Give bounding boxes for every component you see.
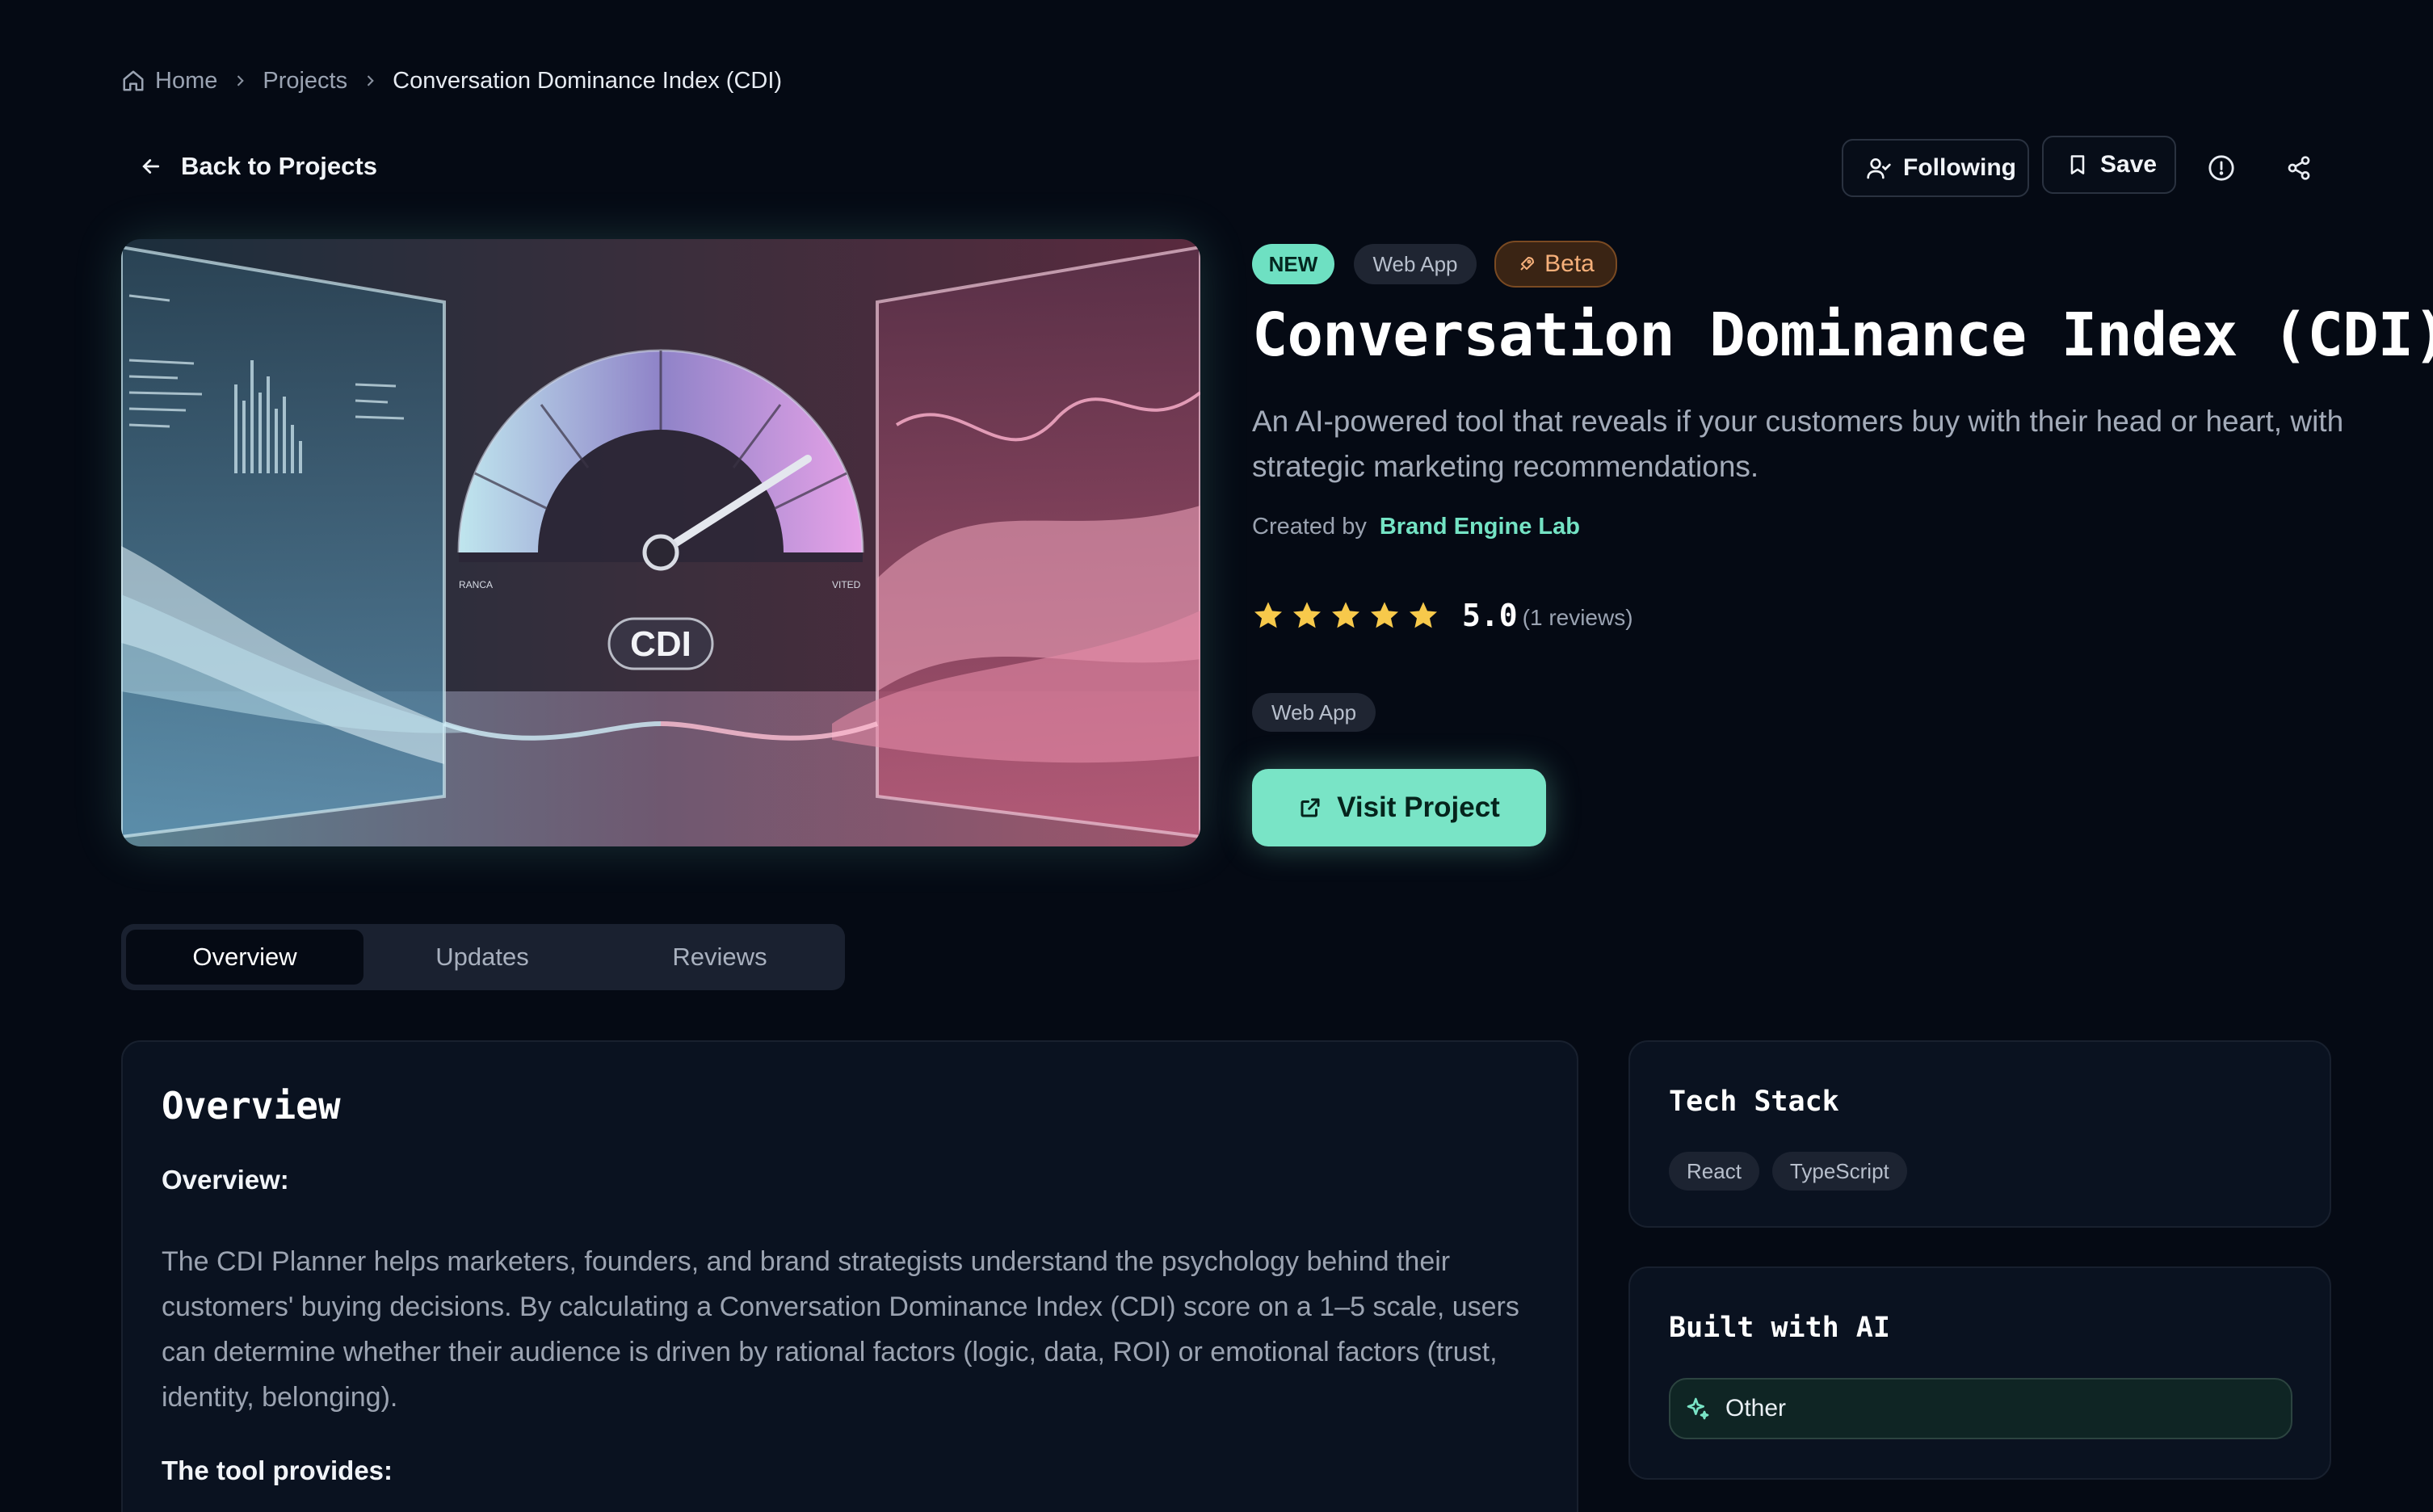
tech-chip-typescript: TypeScript bbox=[1771, 1152, 1907, 1191]
visit-project-button[interactable]: Visit Project bbox=[1252, 769, 1546, 846]
star-rating bbox=[1252, 599, 1439, 632]
star-icon bbox=[1368, 599, 1401, 632]
sparkles-icon bbox=[1685, 1396, 1711, 1422]
overview-card: Overview Overview: The CDI Planner helps… bbox=[121, 1040, 1578, 1512]
share-button[interactable] bbox=[2275, 144, 2323, 192]
home-icon bbox=[121, 69, 145, 93]
project-tabs: Overview Updates Reviews bbox=[121, 924, 845, 990]
visit-project-label: Visit Project bbox=[1337, 792, 1500, 823]
category-badge: Web App bbox=[1354, 244, 1477, 284]
dial-right-label: VITED bbox=[832, 579, 861, 590]
back-to-projects-link[interactable]: Back to Projects bbox=[139, 152, 377, 181]
ai-tool-label: Other bbox=[1725, 1395, 1787, 1422]
star-icon bbox=[1291, 599, 1323, 632]
tech-stack-card: Tech Stack React TypeScript bbox=[1628, 1040, 2331, 1228]
following-label: Following bbox=[1903, 154, 2016, 181]
new-badge: NEW bbox=[1252, 244, 1334, 284]
review-count: (1 reviews) bbox=[1522, 605, 1633, 630]
created-by: Created by Brand Engine Lab bbox=[1252, 514, 1580, 540]
breadcrumb-home-label: Home bbox=[155, 67, 218, 94]
beta-badge: Beta bbox=[1494, 241, 1617, 288]
star-icon bbox=[1407, 599, 1439, 632]
overview-body: The CDI Planner helps marketers, founder… bbox=[162, 1246, 1519, 1413]
save-label: Save bbox=[2100, 151, 2158, 178]
tab-overview[interactable]: Overview bbox=[126, 930, 363, 985]
info-button[interactable] bbox=[2197, 144, 2246, 192]
star-icon bbox=[1330, 599, 1362, 632]
tech-chip-react: React bbox=[1669, 1152, 1759, 1191]
info-icon bbox=[2208, 154, 2235, 182]
ai-tool-pill: Other bbox=[1669, 1378, 2292, 1439]
tool-provides-heading: The tool provides: bbox=[162, 1455, 393, 1485]
overview-heading: Overview bbox=[162, 1084, 341, 1128]
breadcrumb-home[interactable]: Home bbox=[121, 68, 217, 94]
tech-stack-heading: Tech Stack bbox=[1669, 1086, 1839, 1118]
chevron-right-icon bbox=[232, 73, 248, 89]
created-by-label: Created by bbox=[1252, 514, 1367, 540]
rating: 5.0 (1 reviews) bbox=[1252, 598, 1633, 633]
arrow-left-icon bbox=[139, 154, 163, 178]
built-with-ai-heading: Built with AI bbox=[1669, 1312, 1890, 1344]
project-hero-image: RANCA VITED CDI bbox=[121, 239, 1200, 846]
breadcrumb-projects[interactable]: Projects bbox=[263, 68, 347, 94]
rating-score: 5.0 bbox=[1462, 598, 1518, 633]
rocket-icon bbox=[1517, 254, 1536, 274]
tech-stack-list: React TypeScript bbox=[1669, 1152, 1907, 1191]
breadcrumb-projects-label: Projects bbox=[263, 67, 348, 94]
built-with-ai-card: Built with AI Other bbox=[1628, 1266, 2331, 1480]
tab-updates[interactable]: Updates bbox=[363, 930, 601, 985]
dial-left-label: RANCA bbox=[459, 579, 493, 590]
project-description: An AI-powered tool that reveals if your … bbox=[1252, 405, 2344, 483]
author-link[interactable]: Brand Engine Lab bbox=[1380, 514, 1580, 540]
external-link-icon bbox=[1298, 796, 1322, 820]
star-icon bbox=[1252, 599, 1284, 632]
following-button[interactable]: Following bbox=[1842, 139, 2029, 197]
save-button[interactable]: Save bbox=[2042, 136, 2176, 194]
share-icon bbox=[2286, 155, 2312, 181]
back-label: Back to Projects bbox=[181, 152, 377, 180]
tab-reviews[interactable]: Reviews bbox=[601, 930, 838, 985]
project-title: Conversation Dominance Index (CDI) bbox=[1252, 300, 2433, 370]
user-check-icon bbox=[1866, 155, 1892, 181]
bookmark-icon bbox=[2066, 153, 2089, 177]
breadcrumb-current: Conversation Dominance Index (CDI) bbox=[393, 67, 783, 94]
breadcrumb: Home Projects Conversation Dominance Ind… bbox=[121, 63, 782, 99]
hero-cdi-label: CDI bbox=[630, 624, 691, 664]
category-tag: Web App bbox=[1252, 693, 1376, 732]
beta-label: Beta bbox=[1544, 250, 1595, 277]
chevron-right-icon bbox=[362, 73, 378, 89]
overview-subheading: Overview: bbox=[162, 1165, 289, 1195]
